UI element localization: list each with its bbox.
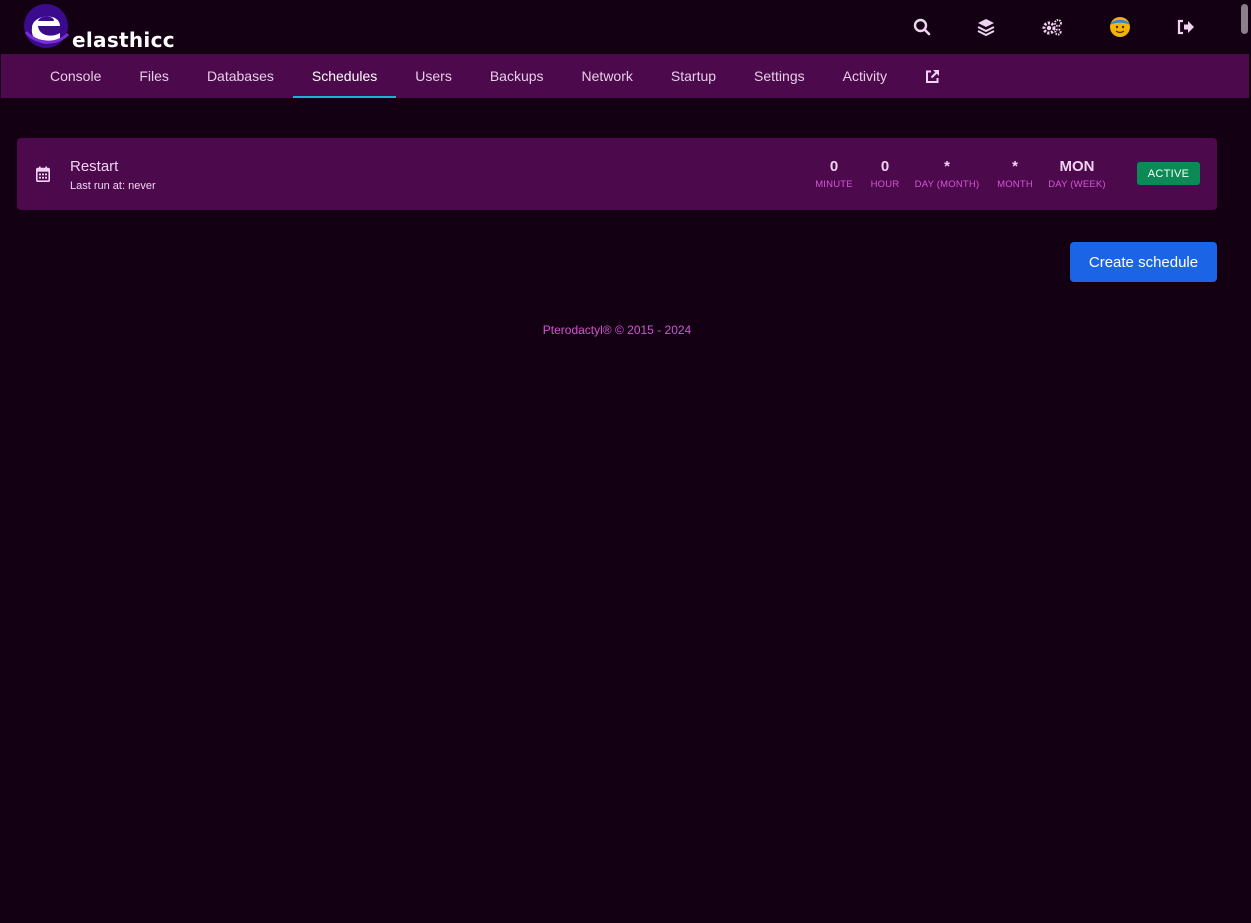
tab-backups[interactable]: Backups — [471, 54, 563, 98]
cron-day-month: * DAY (MONTH) — [911, 158, 983, 190]
tab-startup[interactable]: Startup — [652, 54, 735, 98]
brand-name: elasthicc — [72, 28, 175, 52]
cron-day-week-label: DAY (WEEK) — [1048, 179, 1106, 190]
cron-hour-label: HOUR — [870, 179, 900, 190]
tab-files[interactable]: Files — [120, 54, 188, 98]
tab-settings[interactable]: Settings — [735, 54, 824, 98]
scrollbar-thumb[interactable] — [1241, 4, 1248, 34]
server-nav: Console Files Databases Schedules Users … — [1, 54, 1249, 98]
cron-month-value: * — [1012, 158, 1018, 175]
tab-activity[interactable]: Activity — [824, 54, 906, 98]
cron-hour: 0 HOUR — [865, 158, 905, 190]
cron-minute-value: 0 — [829, 158, 839, 175]
cron-minute: 0 MINUTE — [813, 158, 855, 190]
avatar[interactable] — [1108, 15, 1132, 39]
footer-copyright: Pterodactyl® © 2015 - 2024 — [542, 323, 692, 337]
cron-day-month-value: * — [944, 158, 950, 175]
tab-schedules[interactable]: Schedules — [292, 54, 397, 98]
layers-icon[interactable] — [974, 15, 998, 39]
sign-out-icon[interactable] — [1174, 15, 1198, 39]
tab-network[interactable]: Network — [563, 54, 652, 98]
cron-month-label: MONTH — [997, 179, 1033, 190]
tab-users[interactable]: Users — [396, 54, 471, 98]
search-icon[interactable] — [910, 15, 934, 39]
create-schedule-button[interactable]: Create schedule — [1070, 242, 1217, 282]
cron-day-week-value: MON — [1059, 158, 1095, 175]
tab-databases[interactable]: Databases — [188, 54, 293, 98]
cron-hour-value: 0 — [880, 158, 890, 175]
cron-day-month-label: DAY (MONTH) — [914, 179, 980, 190]
cron-day-week: MON DAY (WEEK) — [1047, 158, 1107, 190]
status-badge: ACTIVE — [1137, 162, 1200, 185]
calendar-icon — [36, 166, 52, 182]
cogs-icon[interactable] — [1040, 15, 1064, 39]
top-header: elasthicc — [0, 0, 1251, 54]
tab-console[interactable]: Console — [31, 54, 120, 98]
schedule-last-run: Last run at: never — [70, 180, 156, 192]
cron-minute-label: MINUTE — [815, 179, 853, 190]
cron-month: * MONTH — [993, 158, 1037, 190]
external-link-icon[interactable] — [906, 54, 959, 98]
logo-mark-icon — [22, 2, 70, 50]
brand-logo[interactable]: elasthicc — [22, 2, 175, 52]
schedule-row[interactable]: Restart Last run at: never 0 MINUTE 0 HO… — [17, 138, 1217, 210]
schedule-name: Restart — [70, 158, 119, 175]
